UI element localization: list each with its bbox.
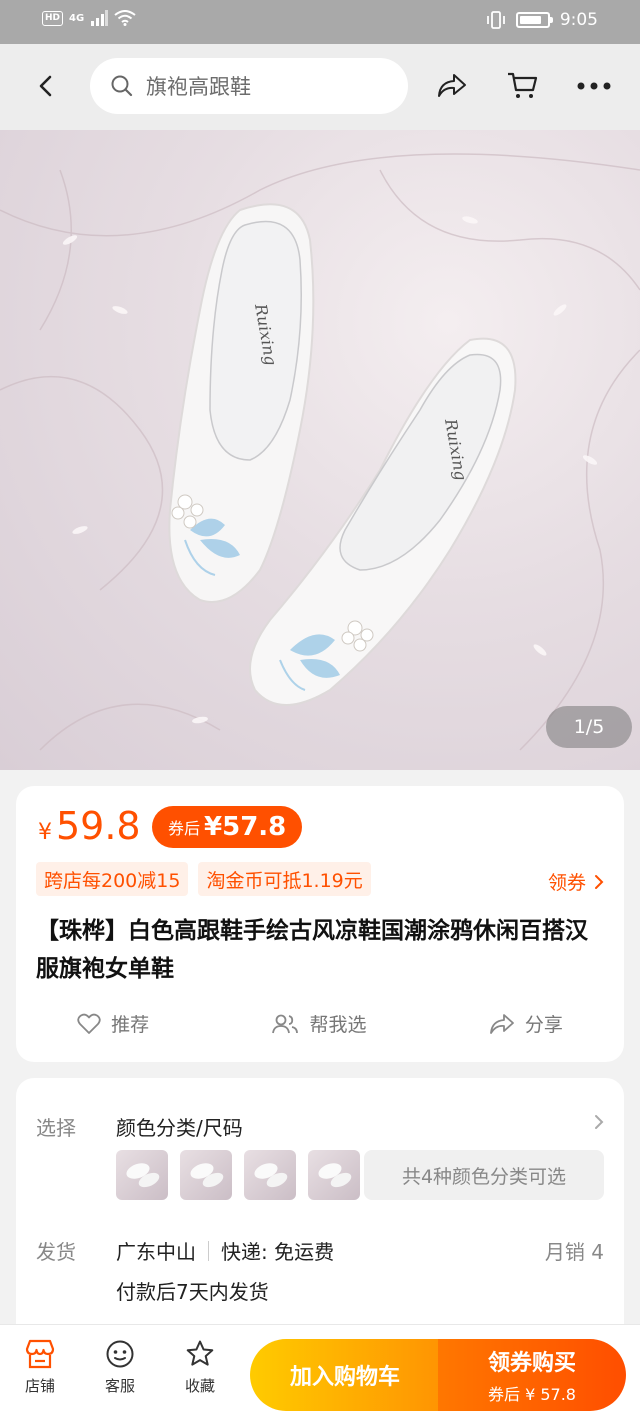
- status-right: 9:05: [486, 10, 598, 30]
- help-choose-label: 帮我选: [309, 1014, 367, 1036]
- shipping-label: 发货: [36, 1240, 76, 1264]
- help-choose-button[interactable]: 帮我选: [271, 1010, 367, 1037]
- cart-icon: [508, 72, 538, 98]
- claim-coupon-link[interactable]: 领券: [548, 868, 604, 895]
- chevron-right-icon[interactable]: [594, 1114, 604, 1130]
- cart-button[interactable]: [502, 66, 542, 106]
- promo-tags: 跨店每200减15 淘金币可抵1.19元: [36, 862, 371, 896]
- price-card: ¥ 59.8 券后 ¥57.8 跨店每200减15 淘金币可抵1.19元 领券 …: [16, 786, 624, 1062]
- service-icon: [106, 1340, 134, 1368]
- people-icon: [272, 1014, 299, 1033]
- network-type: 4G: [69, 12, 85, 24]
- store-label: 店铺: [24, 1377, 55, 1395]
- add-to-cart-button[interactable]: 加入购物车: [250, 1339, 440, 1411]
- bottom-bar: 店铺 客服 收藏 加入购物车 领券购买 券后 ¥ 57.8: [0, 1324, 640, 1422]
- favorite-label: 收藏: [184, 1377, 215, 1395]
- variant-thumbnail[interactable]: [308, 1150, 360, 1200]
- share-label: 分享: [524, 1014, 563, 1036]
- service-label: 客服: [104, 1377, 135, 1395]
- shipping-info: 广东中山 快递: 免运费: [116, 1236, 334, 1265]
- share-action-button[interactable]: 分享: [489, 1010, 563, 1037]
- shipping-express: 快递: 免运费: [221, 1240, 335, 1264]
- battery-icon: [515, 12, 553, 28]
- tab-store[interactable]: 店铺: [10, 1339, 70, 1396]
- store-icon: [25, 1339, 55, 1369]
- wifi-icon: [114, 10, 136, 26]
- coupon-price-value: ¥57.8: [204, 812, 287, 842]
- shoes-illustration: Ruixing Ruixing: [0, 153, 640, 751]
- recommend-label: 推荐: [111, 1014, 150, 1036]
- buy-now-label: 领券购买: [487, 1351, 576, 1376]
- more-button[interactable]: [574, 66, 614, 106]
- nav-bar: 旗袍高跟鞋: [0, 44, 640, 130]
- variant-thumbnails: [116, 1150, 360, 1200]
- share-icon: [438, 74, 466, 97]
- variant-thumbnail[interactable]: [180, 1150, 232, 1200]
- buy-now-subtext: 券后 ¥ 57.8: [488, 1385, 576, 1404]
- hd-icon: HD: [42, 10, 64, 26]
- signal-icon: [91, 10, 109, 26]
- search-box[interactable]: 旗袍高跟鞋: [90, 58, 408, 114]
- select-value[interactable]: 颜色分类/尺码: [116, 1112, 243, 1141]
- variants-note[interactable]: 共4种颜色分类可选: [364, 1150, 604, 1200]
- status-left: HD 4G: [42, 10, 136, 26]
- search-placeholder: 旗袍高跟鞋: [146, 75, 251, 99]
- divider: [208, 1240, 209, 1261]
- monthly-sales: 月销 4: [544, 1240, 604, 1264]
- coupon-price-badge: 券后 ¥57.8: [152, 806, 303, 848]
- star-icon: [186, 1340, 214, 1366]
- tab-favorite[interactable]: 收藏: [170, 1339, 230, 1396]
- status-bar: HD 4G 9:05: [0, 0, 640, 44]
- currency-symbol: ¥: [38, 820, 52, 845]
- more-icon: [577, 82, 611, 90]
- image-counter: 1/5: [546, 706, 632, 748]
- share-button[interactable]: [432, 66, 472, 106]
- share-icon: [489, 1013, 514, 1034]
- heart-icon: [77, 1013, 101, 1034]
- buy-now-button[interactable]: 领券购买 券后 ¥ 57.8: [438, 1339, 626, 1411]
- back-button[interactable]: [26, 66, 66, 106]
- promo-tag[interactable]: 跨店每200减15: [36, 862, 189, 896]
- promo-tag[interactable]: 淘金币可抵1.19元: [198, 862, 371, 896]
- price-row: ¥ 59.8: [38, 804, 141, 848]
- product-title: 【珠桦】白色高跟鞋手绘古风凉鞋国潮涂鸦休闲百搭汉服旗袍女单鞋: [36, 918, 588, 982]
- action-row: 推荐 帮我选 分享: [16, 1010, 624, 1037]
- coupon-price-label: 券后: [168, 819, 201, 838]
- back-icon: [39, 75, 52, 97]
- search-icon: [111, 75, 133, 97]
- price: 59.8: [56, 804, 141, 848]
- claim-coupon-label: 领券: [547, 872, 586, 894]
- recommend-button[interactable]: 推荐: [77, 1010, 149, 1037]
- ship-time: 付款后7天内发货: [116, 1280, 269, 1304]
- variant-thumbnail[interactable]: [116, 1150, 168, 1200]
- status-time: 9:05: [559, 10, 598, 30]
- shipping-origin: 广东中山: [116, 1240, 196, 1264]
- chevron-right-icon: [595, 874, 604, 889]
- tab-service[interactable]: 客服: [90, 1339, 150, 1396]
- vibrate-icon: [486, 11, 505, 29]
- variant-thumbnail[interactable]: [244, 1150, 296, 1200]
- product-image[interactable]: Ruixing Ruixing 1/5: [0, 130, 640, 770]
- select-label: 选择: [36, 1116, 76, 1140]
